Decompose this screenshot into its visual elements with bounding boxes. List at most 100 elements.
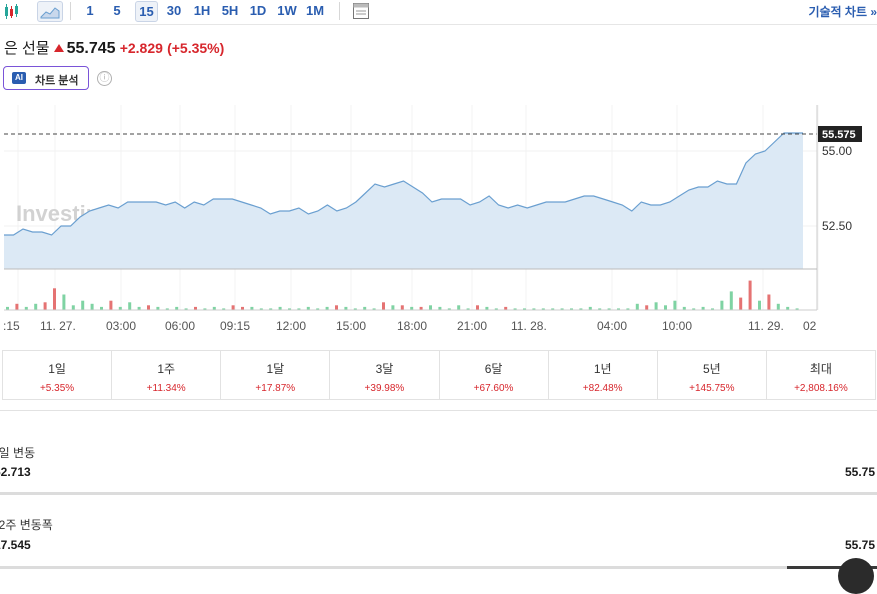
area-chart-button[interactable]	[37, 1, 63, 22]
x-tick-label: 11. 27.	[40, 319, 76, 333]
price-change: +2.829	[119, 40, 163, 56]
volume-bar	[720, 300, 724, 310]
volume-bar	[645, 305, 649, 310]
volume-bar	[748, 280, 752, 310]
toolbar-divider	[339, 2, 340, 20]
x-axis-ticks: :15 11. 27. 03:00 06:00 09:15 12:00 15:00 18:00…	[3, 319, 817, 333]
volume-bar	[758, 300, 761, 310]
period-change: +145.75%	[689, 383, 735, 394]
period-change: +17.87%	[255, 383, 296, 394]
period-change: +67.60%	[473, 383, 514, 394]
volume-bar	[15, 303, 19, 310]
toolbar-divider	[70, 2, 71, 20]
period-label: 최대	[809, 362, 832, 376]
period-4[interactable]: 6달 +67.60%	[440, 351, 549, 399]
volume-bar	[767, 294, 771, 310]
volume-bar	[664, 305, 667, 310]
period-5[interactable]: 1년 +82.48%	[549, 351, 658, 399]
table-view-icon[interactable]	[352, 2, 370, 20]
52w-range-bar	[0, 566, 877, 569]
volume-bar	[109, 300, 113, 310]
period-change: +2,808.16%	[794, 383, 848, 394]
volume-bar	[71, 305, 75, 310]
52w-range-low: 17.545	[0, 538, 31, 552]
period-performance-bar: 1일 +5.35% 1주 +11.34% 1달 +17.87% 3달 +39.98% 6달 +67…	[2, 350, 876, 400]
technical-chart-link[interactable]: 기술적 차트 »	[808, 3, 877, 20]
candlestick-icon[interactable]	[2, 2, 20, 20]
52w-range-high: 55.75	[845, 538, 876, 552]
interval-1[interactable]: 1	[83, 1, 97, 21]
price-change-pct: (+5.35%)	[167, 40, 225, 56]
interval-5h[interactable]: 5H	[220, 1, 240, 21]
day-range-bar	[0, 492, 877, 495]
period-label: 5년	[702, 362, 721, 376]
x-tick-label: 12:00	[276, 319, 306, 333]
volume-bar	[128, 302, 132, 311]
volume-bar	[335, 305, 338, 310]
interval-1h[interactable]: 1H	[192, 1, 212, 21]
period-label: 1달	[266, 362, 285, 376]
period-6[interactable]: 5년 +145.75%	[658, 351, 767, 399]
volume-bar	[81, 300, 85, 310]
day-range-low: 52.713	[0, 465, 31, 479]
period-7[interactable]: 최대 +2,808.16%	[767, 351, 875, 399]
arrow-up-icon	[53, 44, 64, 52]
last-price-label: 55.575	[822, 129, 856, 141]
volume-bar	[382, 302, 385, 311]
period-change: +82.48%	[582, 383, 623, 394]
period-change: +39.98%	[364, 383, 405, 394]
period-label: 1주	[157, 362, 176, 376]
scroll-to-top-button[interactable]	[838, 558, 874, 594]
volume-bar	[476, 305, 479, 310]
period-change: +5.35%	[39, 383, 75, 394]
x-tick-label: 18:00	[397, 319, 427, 333]
x-tick-label: :15	[3, 319, 20, 333]
period-label: 1일	[48, 362, 66, 376]
y-tick-label: 55.00	[822, 144, 852, 158]
period-3[interactable]: 3달 +39.98%	[330, 351, 440, 399]
volume-bar	[62, 294, 66, 310]
volume-bar	[457, 305, 461, 310]
volume-bar	[429, 305, 432, 310]
x-tick-label: 04:00	[597, 319, 627, 333]
interval-1m[interactable]: 1M	[304, 1, 326, 21]
x-tick-label: 06:00	[165, 319, 195, 333]
period-change: +11.34%	[146, 383, 186, 394]
y-tick-label: 52.50	[822, 219, 852, 233]
volume-bar	[776, 303, 780, 310]
price-chart[interactable]: Investing.com 55.0052.50 55.575 :1511. 2…	[0, 100, 877, 340]
x-tick-label: 11. 28.	[511, 319, 547, 333]
day-range-high: 55.75	[845, 465, 876, 479]
interval-5[interactable]: 5	[110, 1, 124, 21]
period-label: 1년	[593, 362, 612, 376]
period-label: 6달	[484, 362, 503, 376]
period-0[interactable]: 1일 +5.35%	[3, 351, 113, 399]
volume-bar	[739, 297, 743, 310]
ai-chart-analysis-button[interactable]: AI 차트 분석	[3, 66, 89, 90]
period-1[interactable]: 1주 +11.34%	[112, 351, 222, 399]
area-chart-icon	[40, 7, 60, 19]
volume-bar	[231, 305, 235, 310]
interval-15[interactable]: 15	[135, 1, 158, 22]
interval-30[interactable]: 30	[163, 1, 185, 21]
volume-bar	[729, 291, 733, 310]
x-tick-label: 11. 29.	[748, 319, 784, 333]
volume-bar	[90, 303, 94, 310]
volume-bar	[43, 302, 47, 311]
x-tick-label: 15:00	[336, 319, 366, 333]
volume-bar	[673, 300, 677, 310]
info-icon[interactable]: ⓘ	[97, 71, 112, 86]
x-tick-label: 09:15	[220, 319, 250, 333]
period-2[interactable]: 1달 +17.87%	[221, 351, 331, 399]
volume-bar	[654, 302, 658, 311]
day-range-label: 1일 변동	[0, 446, 36, 460]
divider	[0, 410, 877, 411]
interval-1w[interactable]: 1W	[276, 1, 298, 21]
instrument-header: 은 선물 55.745 +2.829 (+5.35%)	[4, 37, 224, 58]
volume-bar	[34, 303, 38, 310]
period-label: 3달	[375, 362, 394, 376]
interval-1d[interactable]: 1D	[248, 1, 268, 21]
instrument-name: 은 선물	[4, 40, 50, 57]
52w-range-label: 52주 변동폭	[0, 518, 53, 532]
x-tick-label: 10:00	[662, 319, 692, 333]
